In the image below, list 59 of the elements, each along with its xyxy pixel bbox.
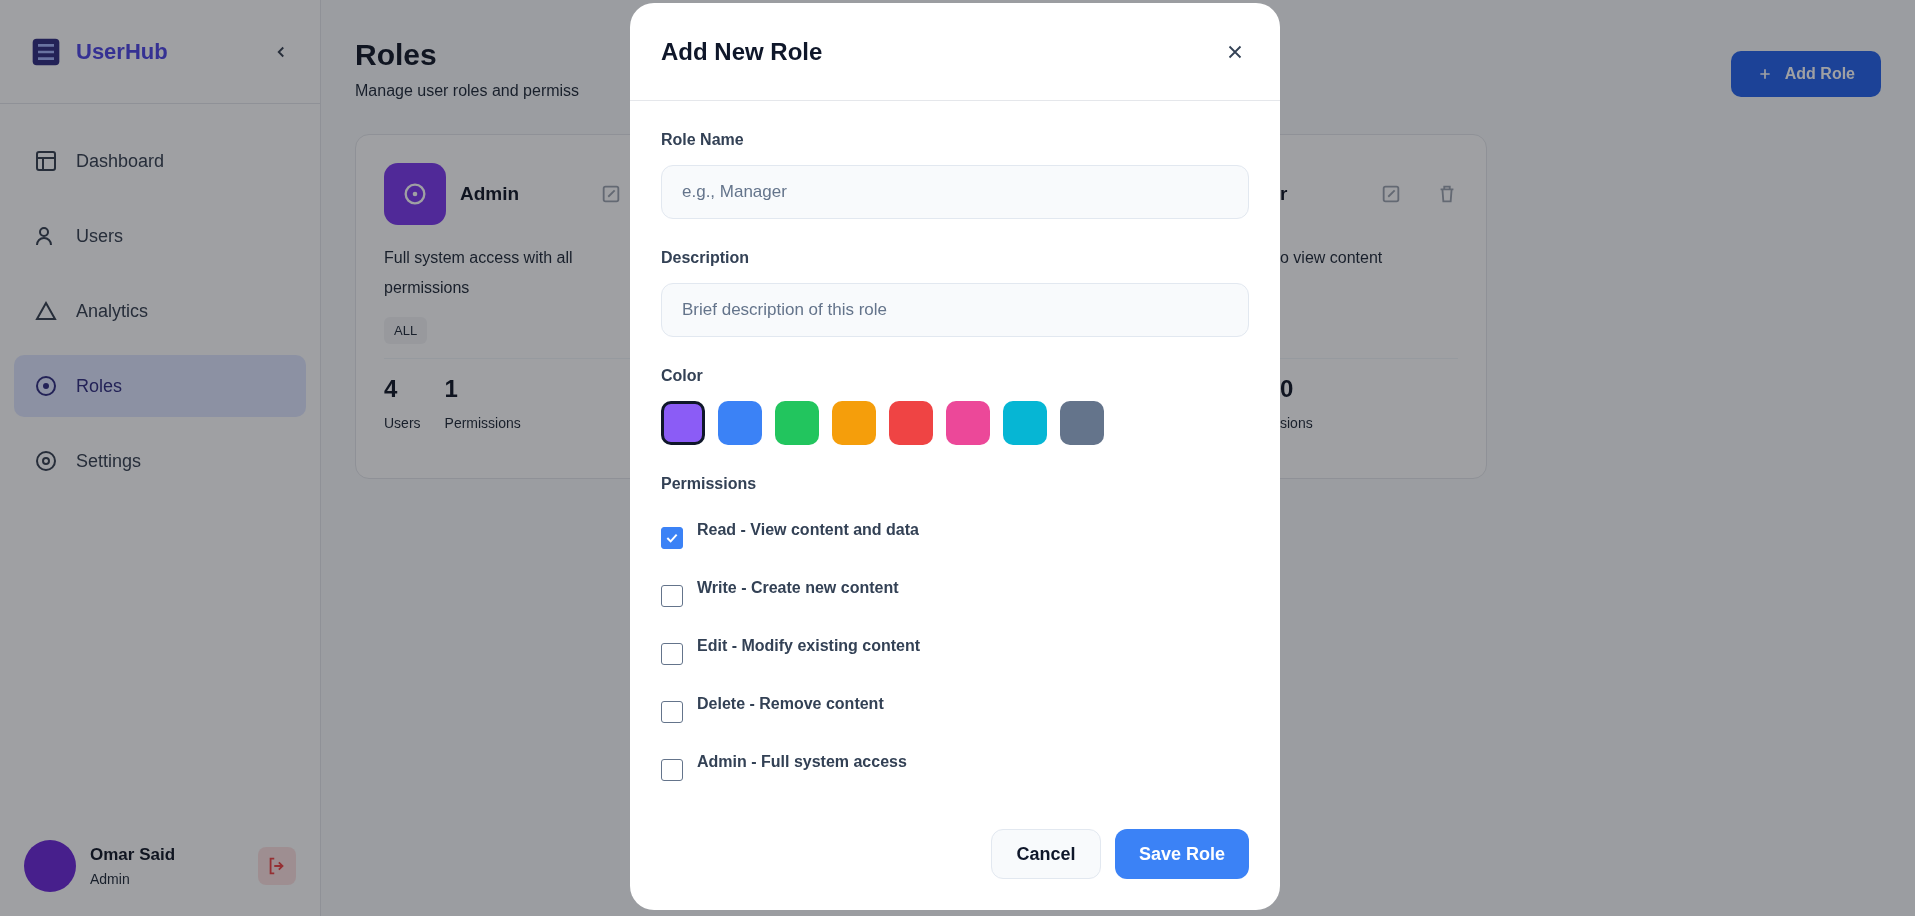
- stat-label: sions: [1280, 415, 1313, 431]
- stat-label: Users: [384, 415, 421, 431]
- field-label: Description: [661, 249, 750, 267]
- checkbox[interactable]: [661, 527, 683, 549]
- add-role-button[interactable]: Add Role: [1730, 51, 1881, 97]
- checkbox[interactable]: [661, 585, 683, 607]
- permission-tag: ALL: [384, 317, 428, 344]
- nav-item[interactable]: Analytics: [14, 280, 306, 342]
- field-label: Permissions: [661, 475, 758, 493]
- color-swatch[interactable]: [889, 401, 933, 445]
- modal-title: Add New Role: [661, 37, 824, 66]
- shield-icon: [34, 374, 58, 398]
- edit-icon: [600, 183, 622, 205]
- user-role: Admin: [90, 871, 131, 887]
- nav-item[interactable]: Users: [14, 205, 306, 267]
- role-description: o view content: [1280, 248, 1384, 268]
- text-field[interactable]: e.g., Manager: [661, 165, 1249, 219]
- role-description: Full system access with all permissions: [384, 248, 574, 298]
- color-swatch[interactable]: [661, 401, 705, 445]
- permission-label: Admin - Full system access: [697, 753, 907, 771]
- edit-icon: [1380, 183, 1402, 205]
- stat-value: 0: [1280, 375, 1295, 403]
- page-title: Roles: [355, 38, 437, 72]
- stat-label: Permissions: [444, 415, 521, 431]
- avatar: [24, 840, 76, 892]
- permission-label: Write - Create new content: [697, 579, 899, 597]
- role-title: r: [1280, 183, 1289, 205]
- stat-value: 4: [384, 375, 399, 403]
- color-swatch[interactable]: [775, 401, 819, 445]
- edit-button[interactable]: [600, 183, 622, 205]
- checkbox[interactable]: [661, 759, 683, 781]
- save-button[interactable]: Save Role: [1115, 829, 1249, 879]
- page-subtitle: Manage user roles and permiss: [355, 82, 580, 100]
- checkbox[interactable]: [661, 643, 683, 665]
- color-swatch[interactable]: [1003, 401, 1047, 445]
- cancel-button[interactable]: Cancel: [991, 829, 1101, 879]
- settings-icon: [34, 449, 58, 473]
- permission-label: Delete - Remove content: [697, 695, 884, 713]
- dashboard-icon: [34, 149, 58, 173]
- permission-label: Read - View content and data: [697, 521, 919, 539]
- permission-label: Edit - Modify existing content: [697, 637, 921, 655]
- logout-button[interactable]: [258, 847, 296, 885]
- color-swatch[interactable]: [718, 401, 762, 445]
- user-name: Omar Said: [90, 845, 177, 865]
- brand-name: UserHub: [76, 38, 169, 65]
- checkbox[interactable]: [661, 701, 683, 723]
- field-label: Role Name: [661, 131, 745, 149]
- field-label: Color: [661, 367, 704, 385]
- role-title: Admin: [460, 183, 521, 205]
- text-field[interactable]: Brief description of this role: [661, 283, 1249, 337]
- color-swatch[interactable]: [1060, 401, 1104, 445]
- nav-item[interactable]: Settings: [14, 430, 306, 492]
- stat-value: 1: [444, 375, 459, 403]
- color-swatch[interactable]: [946, 401, 990, 445]
- edit-button[interactable]: [1380, 183, 1402, 205]
- nav-item[interactable]: Roles: [14, 355, 306, 417]
- triangle-icon: [34, 299, 58, 323]
- color-swatch[interactable]: [832, 401, 876, 445]
- nav-item[interactable]: Dashboard: [14, 130, 306, 192]
